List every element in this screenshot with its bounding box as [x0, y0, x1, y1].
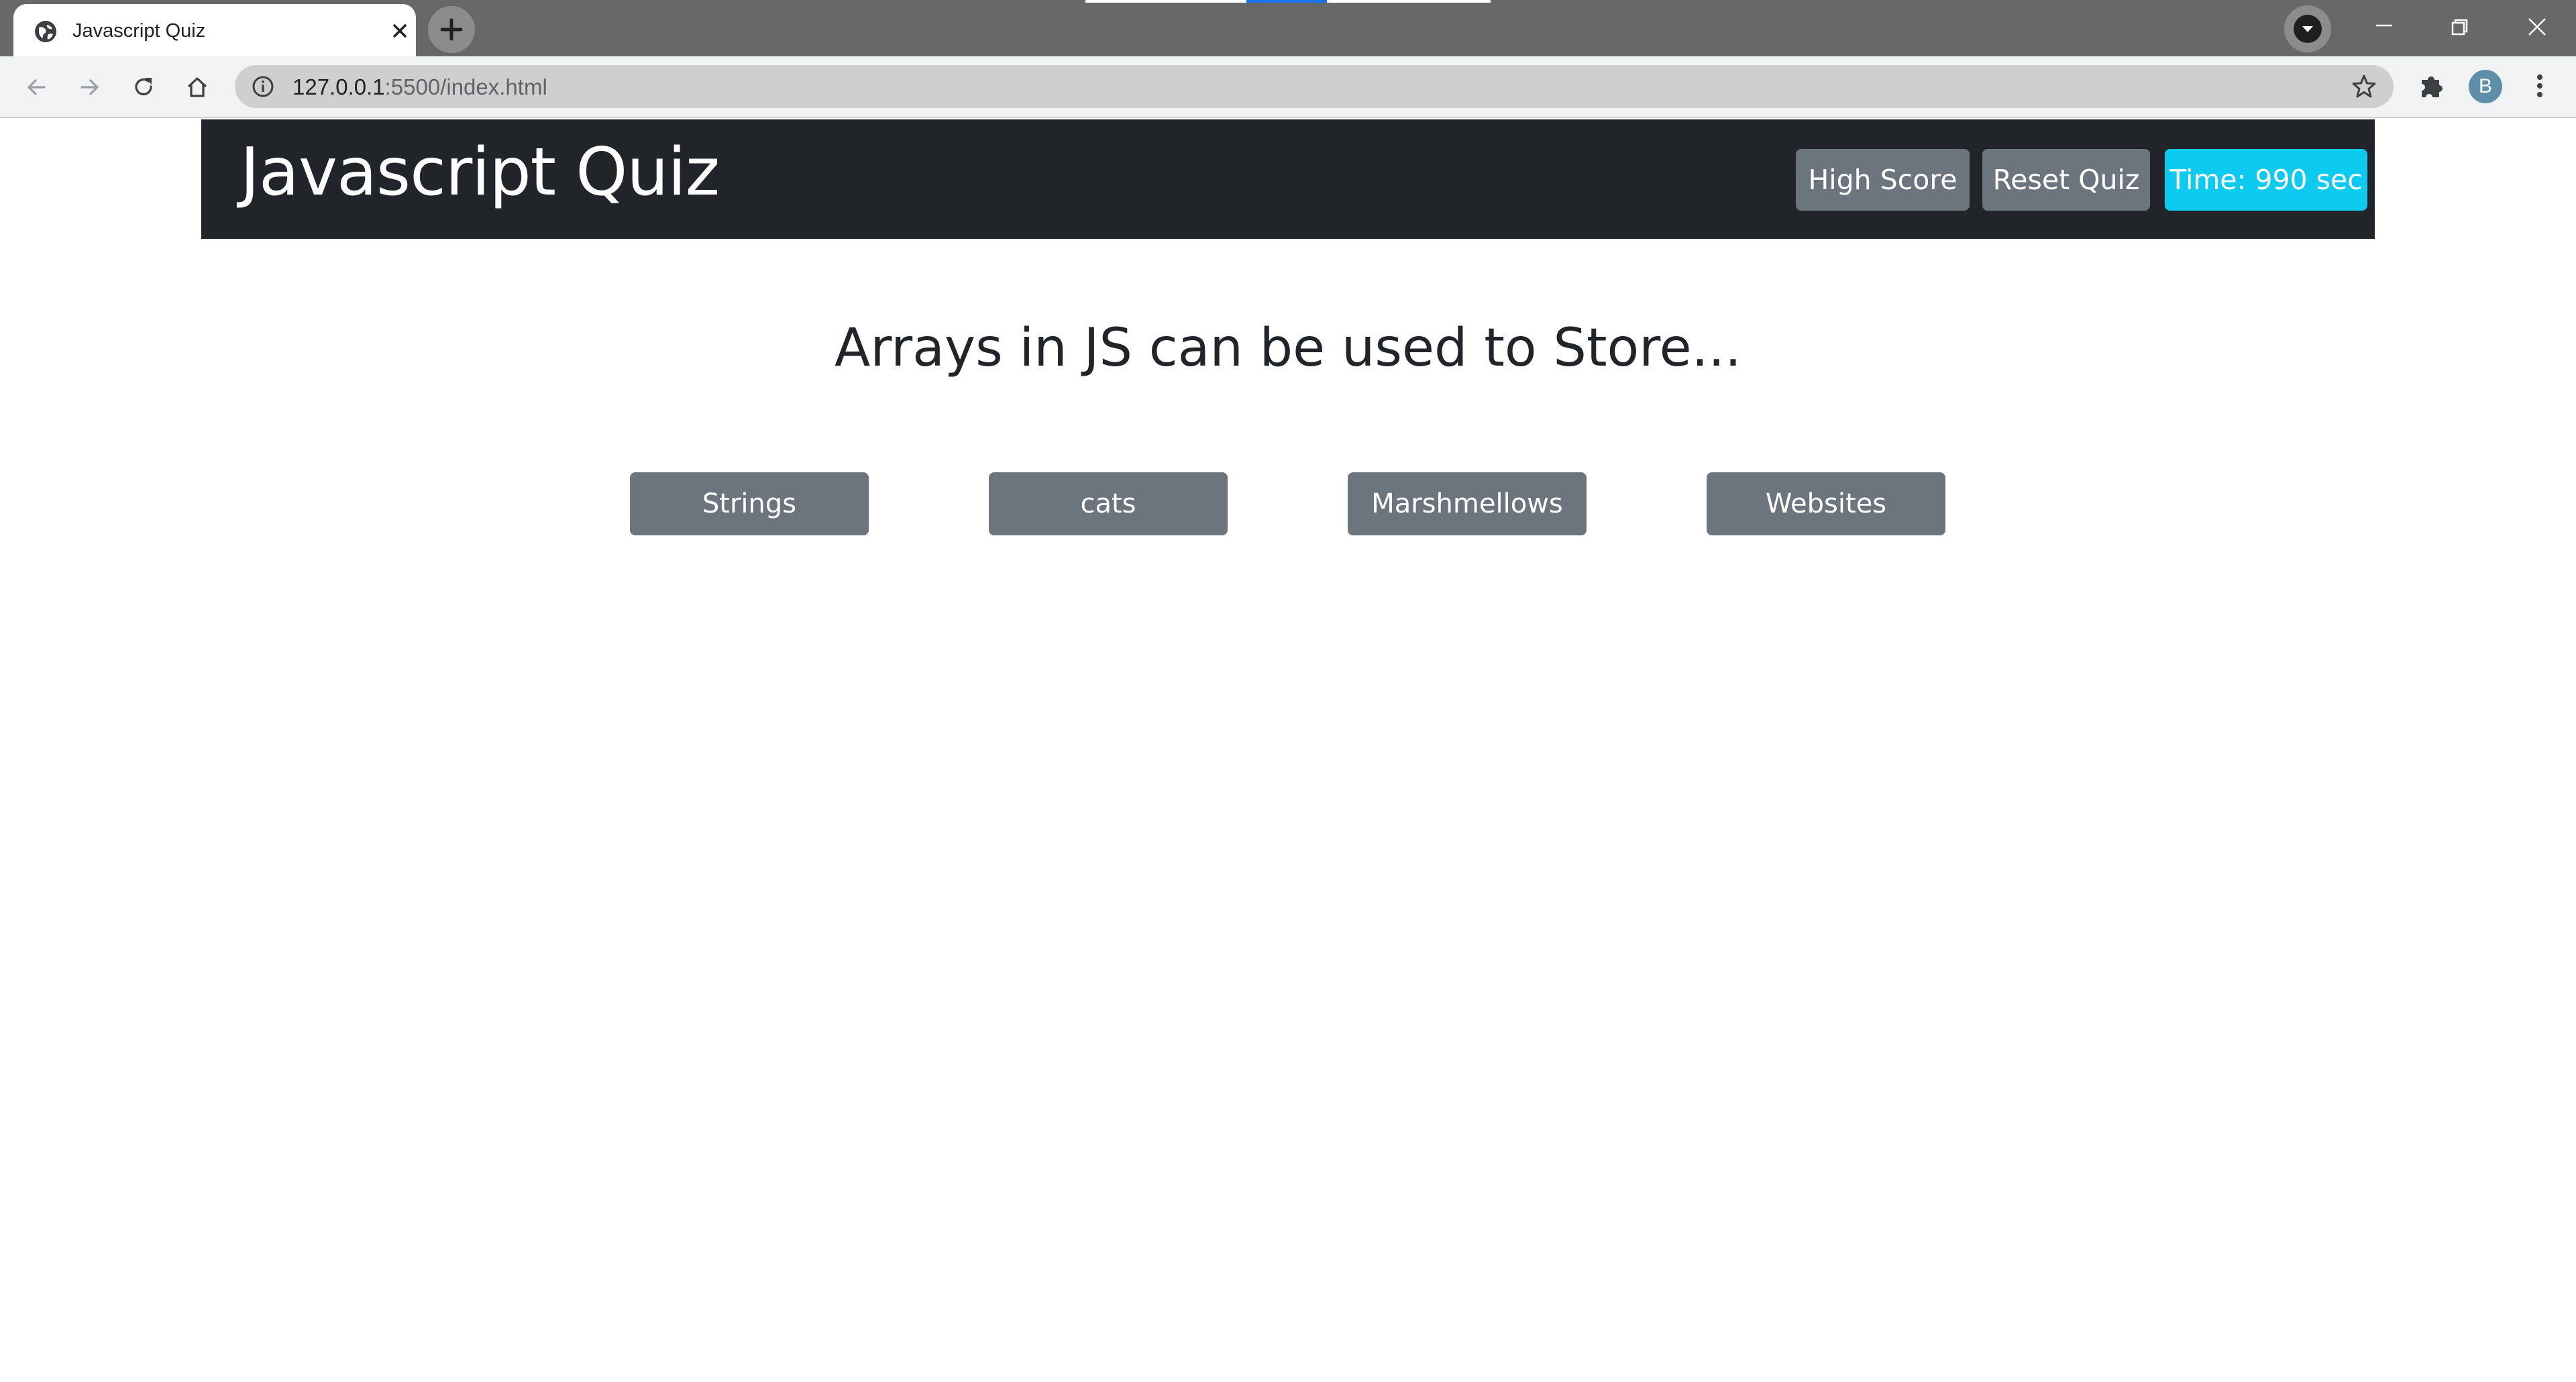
- reset-quiz-button[interactable]: Reset Quiz: [1982, 149, 2150, 211]
- address-bar[interactable]: 127.0.0.1:5500/index.html: [235, 65, 2394, 108]
- tab-search-button[interactable]: [2284, 5, 2331, 52]
- restore-button[interactable]: [2422, 0, 2497, 56]
- url-host: 127.0.0.1: [292, 74, 385, 99]
- url-text[interactable]: 127.0.0.1:5500/index.html: [292, 74, 547, 100]
- minimize-button[interactable]: [2347, 0, 2422, 56]
- answer-button[interactable]: Marshmellows: [1348, 472, 1587, 535]
- high-score-button[interactable]: High Score: [1796, 149, 1970, 211]
- page-title: Javascript Quiz: [240, 134, 720, 211]
- profile-avatar[interactable]: B: [2469, 70, 2502, 103]
- reload-icon: [135, 78, 152, 96]
- tab-search-marker: [1085, 0, 1246, 3]
- window-close-button[interactable]: [2500, 0, 2575, 56]
- plus-icon: [440, 18, 463, 41]
- back-arrow-icon: [28, 79, 46, 95]
- tab-title: Javascript Quiz: [72, 20, 206, 42]
- puzzle-icon[interactable]: [2416, 70, 2449, 103]
- tab-search-marker-end: [1327, 0, 1491, 3]
- question-text: Arrays in JS can be used to Store...: [835, 318, 1741, 378]
- tab-strip: Javascript Quiz: [0, 0, 2576, 56]
- chevron-down-icon: [2302, 26, 2313, 32]
- kebab-menu-icon[interactable]: [2525, 71, 2555, 101]
- browser-tab[interactable]: Javascript Quiz: [13, 4, 416, 56]
- answer-button[interactable]: cats: [989, 472, 1228, 535]
- close-icon: [2528, 18, 2546, 36]
- star-icon[interactable]: [2351, 73, 2377, 100]
- info-icon[interactable]: [251, 74, 275, 99]
- url-path: :5500/index.html: [384, 74, 547, 99]
- restore-icon: [2451, 19, 2468, 36]
- minimize-icon: [2376, 24, 2392, 27]
- back-button[interactable]: [17, 68, 55, 106]
- reload-button[interactable]: [125, 68, 162, 106]
- tab-search-marker-active: [1246, 0, 1327, 3]
- forward-button[interactable]: [71, 68, 109, 106]
- home-button[interactable]: [178, 68, 216, 106]
- new-tab-button[interactable]: [428, 6, 475, 53]
- close-icon[interactable]: [388, 19, 412, 43]
- page-content: Javascript Quiz High Score Reset Quiz Ti…: [0, 118, 2576, 1382]
- timer-button[interactable]: Time: 990 sec: [2165, 149, 2367, 211]
- browser-toolbar: 127.0.0.1:5500/index.html: [0, 56, 2576, 118]
- quiz-navbar: Javascript Quiz High Score Reset Quiz Ti…: [201, 119, 2375, 239]
- answer-button[interactable]: Websites: [1707, 472, 1945, 535]
- answer-button[interactable]: Strings: [630, 472, 869, 535]
- globe-icon: [35, 21, 56, 42]
- home-icon: [187, 77, 207, 97]
- forward-arrow-icon: [80, 79, 99, 95]
